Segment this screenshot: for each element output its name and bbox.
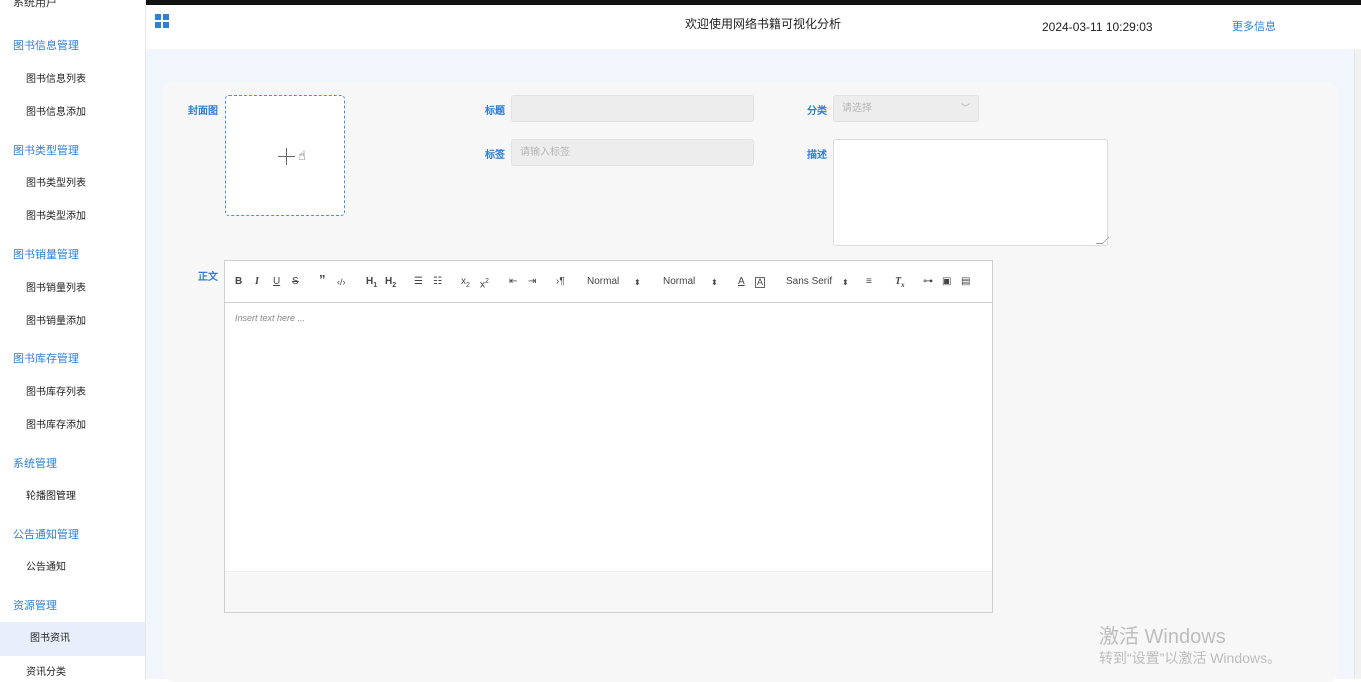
title-label: 标题 <box>485 106 505 117</box>
code-icon[interactable]: ‹/› <box>337 275 346 289</box>
superscript-icon[interactable]: x2 <box>480 275 489 292</box>
strike-icon[interactable]: S <box>292 275 299 289</box>
title-input[interactable] <box>511 95 754 122</box>
editor-placeholder: Insert text here ... <box>235 313 306 323</box>
blockquote-icon[interactable]: ” <box>319 273 326 287</box>
header2-icon[interactable]: H2 <box>385 275 396 293</box>
sidebar-group-book-info[interactable]: 图书信息管理 <box>13 37 79 53</box>
editor-content[interactable]: Insert text here ... <box>225 303 992 571</box>
sidebar-item-book-news[interactable]: 图书资讯 <box>0 622 145 656</box>
sidebar-group-notice[interactable]: 公告通知管理 <box>13 526 79 542</box>
plus-icon <box>278 148 295 165</box>
header-select[interactable]: Normal <box>587 275 619 289</box>
sidebar-group-book-stock[interactable]: 图书库存管理 <box>13 350 79 366</box>
cover-upload[interactable]: ☝ <box>225 95 345 216</box>
header-select-value: Normal <box>587 276 620 287</box>
header: 欢迎使用网络书籍可视化分析 2024-03-11 10:29:03 更多信息 <box>146 5 1361 49</box>
sidebar-item-book-type-list[interactable]: 图书类型列表 <box>0 167 145 201</box>
size-select-value: Normal <box>663 276 696 287</box>
bullet-list-icon[interactable]: ☷ <box>433 275 442 289</box>
sidebar-group-resource[interactable]: 资源管理 <box>13 597 57 613</box>
category-select[interactable]: 请选择 ﹀ <box>833 95 979 122</box>
ordered-list-icon[interactable]: ☰ <box>414 275 423 289</box>
text-direction-icon[interactable]: ›¶ <box>556 275 565 289</box>
rich-text-editor: B I U S ” ‹/› H1 H2 ☰ ☷ x2 x2 ⇤ ⇥ ›¶ Nor… <box>224 260 993 613</box>
page-scrollbar[interactable] <box>1354 49 1361 679</box>
sidebar-item-book-stock-list[interactable]: 图书库存列表 <box>0 376 145 410</box>
cover-label: 封面图 <box>188 106 218 117</box>
description-textarea[interactable] <box>833 139 1110 246</box>
tags-input[interactable]: 请输入标签 <box>511 139 754 166</box>
sidebar-item-book-info-add[interactable]: 图书信息添加 <box>0 96 145 130</box>
more-info-link[interactable]: 更多信息 <box>1232 18 1276 34</box>
hand-cursor-icon: ☝ <box>298 148 306 163</box>
editor-footer <box>225 571 992 612</box>
sidebar-group-book-sales[interactable]: 图书销量管理 <box>13 246 79 262</box>
sidebar-item-book-sales-add[interactable]: 图书销量添加 <box>0 305 145 339</box>
editor-toolbar: B I U S ” ‹/› H1 H2 ☰ ☷ x2 x2 ⇤ ⇥ ›¶ Nor… <box>225 261 992 303</box>
size-select-arrow-icon: ⬍ <box>711 278 718 287</box>
body-label: 正文 <box>198 272 218 283</box>
sidebar-group-book-type[interactable]: 图书类型管理 <box>13 142 79 158</box>
sidebar: 系统用户 图书信息管理 图书信息列表 图书信息添加 图书类型管理 图书类型列表 … <box>0 0 146 679</box>
category-placeholder: 请选择 <box>842 103 872 114</box>
video-icon[interactable]: ▤ <box>961 275 970 289</box>
resize-grip-icon[interactable] <box>1095 237 1110 244</box>
datetime-display: 2024-03-11 10:29:03 <box>1042 20 1153 34</box>
header-select-arrow-icon: ⬍ <box>634 278 641 287</box>
sidebar-item-news-category[interactable]: 资讯分类 <box>0 656 145 679</box>
sidebar-item-system-user[interactable]: 系统用户 <box>13 0 57 10</box>
bold-icon[interactable]: B <box>235 275 242 289</box>
sidebar-group-system[interactable]: 系统管理 <box>13 455 57 471</box>
menu-grid-icon[interactable] <box>155 14 169 28</box>
sidebar-item-book-info-list[interactable]: 图书信息列表 <box>0 63 145 97</box>
font-select-value: Sans Serif <box>786 276 833 287</box>
sidebar-item-book-sales-list[interactable]: 图书销量列表 <box>0 272 145 306</box>
sidebar-item-book-stock-add[interactable]: 图书库存添加 <box>0 409 145 443</box>
activation-watermark-text: 转到“设置”以激活 Windows。 <box>1099 650 1282 666</box>
link-icon[interactable]: ⊶ <box>923 275 933 289</box>
indent-icon[interactable]: ⇥ <box>528 275 536 289</box>
description-label: 描述 <box>807 150 827 161</box>
font-color-icon[interactable]: A <box>738 275 745 289</box>
header1-icon[interactable]: H1 <box>366 275 377 293</box>
font-select[interactable]: Sans Serif <box>786 275 832 289</box>
chevron-down-icon: ﹀ <box>960 103 970 113</box>
background-color-icon[interactable]: A <box>755 277 766 288</box>
align-icon[interactable]: ≡ <box>866 275 872 289</box>
sidebar-item-notice[interactable]: 公告通知 <box>0 551 145 585</box>
tags-label: 标签 <box>485 150 505 161</box>
font-select-arrow-icon: ⬍ <box>842 278 849 287</box>
underline-icon[interactable]: U <box>273 275 280 289</box>
size-select[interactable]: Normal <box>663 275 695 289</box>
outdent-icon[interactable]: ⇤ <box>509 275 517 289</box>
sidebar-item-carousel[interactable]: 轮播图管理 <box>0 480 145 514</box>
sidebar-item-book-type-add[interactable]: 图书类型添加 <box>0 200 145 234</box>
category-label: 分类 <box>807 106 827 117</box>
subscript-icon[interactable]: x2 <box>461 275 470 293</box>
page-title: 欢迎使用网络书籍可视化分析 <box>685 17 842 31</box>
image-icon[interactable]: ▣ <box>942 275 951 289</box>
activation-watermark-title: 激活 Windows <box>1099 626 1226 648</box>
clean-format-icon[interactable]: Tx <box>895 275 905 292</box>
italic-icon[interactable]: I <box>255 275 259 289</box>
